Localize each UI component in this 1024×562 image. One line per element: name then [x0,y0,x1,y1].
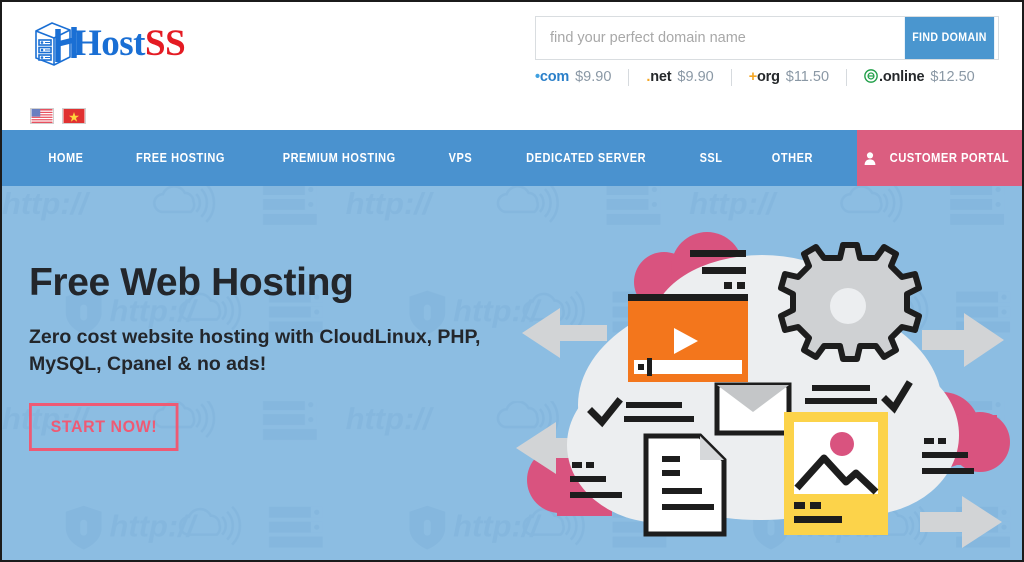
customer-portal-button[interactable]: CUSTOMER PORTAL [857,130,1022,186]
green-circle-icon [864,69,878,83]
user-icon [864,151,876,165]
tld-item-online[interactable]: .online $12.50 [864,69,975,85]
yellow-image-card [784,412,888,535]
tld-price: $12.50 [930,69,975,85]
header: HostSS FIND DOMAIN •com $9.90 .net $9.90 [2,2,1022,130]
tld-price: $9.90 [575,69,612,85]
tld-label: +org [748,69,780,85]
page-root: HostSS FIND DOMAIN •com $9.90 .net $9.90 [0,0,1024,562]
flag-vn-icon[interactable] [62,108,86,124]
tld-price-list: •com $9.90 .net $9.90 +org $11.50 .onlin… [535,64,1001,90]
document-icon [643,433,727,537]
nav-item-dedicated-server[interactable]: DEDICATED SERVER [507,130,666,186]
language-switcher [30,108,86,124]
tld-label: .online [864,69,925,85]
nav-item-other[interactable]: OTHER [752,130,832,186]
tld-item-org[interactable]: +org $11.50 [749,69,829,85]
orange-video-player [628,294,748,382]
divider [628,68,630,86]
tld-item-com[interactable]: •com $9.90 [535,69,611,85]
tld-price: $9.90 [677,69,714,85]
hero-title: Free Web Hosting [29,261,354,304]
hero-subtitle: Zero cost website hosting with CloudLinu… [29,325,481,375]
divider [846,68,848,86]
cloud-hosting-illustration [516,232,1010,548]
hero-section: http:// http:// [2,186,1022,560]
divider [730,68,732,86]
find-domain-button[interactable]: FIND DOMAIN [904,17,995,59]
tld-price: $11.50 [785,69,830,85]
logo-text-primary: Host [73,22,146,64]
nav-item-home[interactable]: HOME [29,130,103,186]
nav-item-free-hosting[interactable]: FREE HOSTING [117,130,245,186]
tld-label: .net [646,69,672,85]
nav-item-list: HOME FREE HOSTING PREMIUM HOSTING VPS DE… [2,130,857,186]
logo-text-secondary: SS [145,22,186,64]
main-navigation: HOME FREE HOSTING PREMIUM HOSTING VPS DE… [2,130,1022,186]
search-input[interactable] [536,17,901,59]
site-logo[interactable]: HostSS [30,16,186,70]
nav-item-ssl[interactable]: SSL [681,130,743,186]
orange-plus-icon: + [748,69,757,85]
tld-item-net[interactable]: .net $9.90 [646,69,713,85]
start-now-button[interactable]: START NOW! [29,402,179,451]
customer-portal-label: CUSTOMER PORTAL [889,151,1009,165]
tld-label: •com [535,69,570,85]
envelope-icon [714,382,792,436]
domain-search-bar: FIND DOMAIN [535,16,999,60]
nav-item-premium-hosting[interactable]: PREMIUM HOSTING [263,130,415,186]
flag-us-icon[interactable] [30,108,54,124]
hero-content: Free Web Hosting Zero cost website hosti… [29,261,509,451]
nav-item-vps[interactable]: VPS [430,130,492,186]
